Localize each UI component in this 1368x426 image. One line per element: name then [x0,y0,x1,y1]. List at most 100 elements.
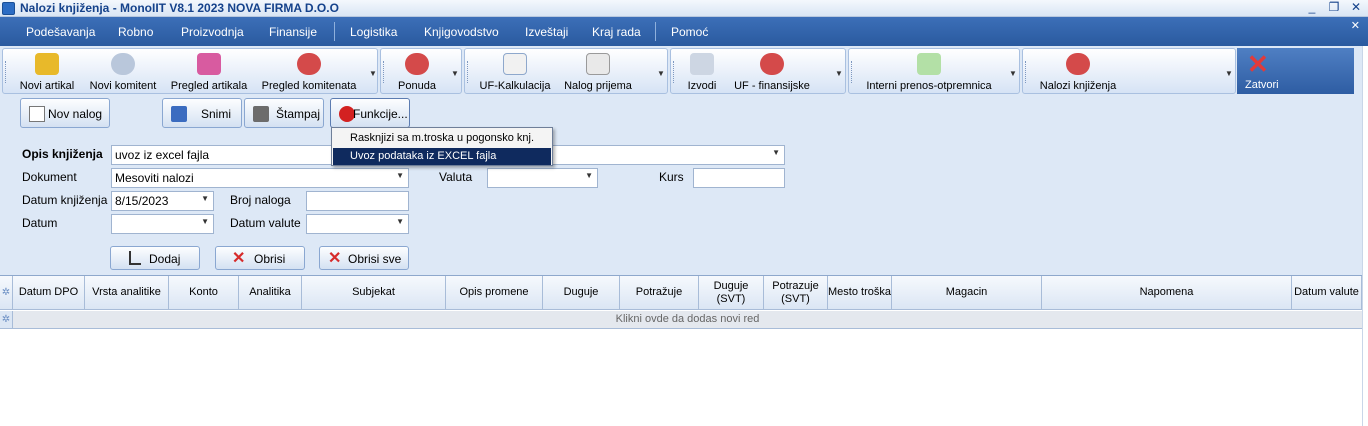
grid-corner-icon[interactable]: ✲ [0,276,13,310]
articles-icon [197,53,221,75]
booking-date-label: Datum knjiženja [22,193,108,207]
new-client-button[interactable]: Novi komitent [85,49,161,95]
toolbar-dropdown-icon[interactable]: ▼ [835,69,843,78]
toolbar-grip[interactable] [673,61,676,83]
articles-overview-button[interactable]: Pregled artikala [167,49,251,95]
menu-knjigovodstvo[interactable]: Knjigovodstvo [424,25,499,39]
column-header[interactable]: Subjekat [302,276,446,310]
column-header[interactable]: Duguje [543,276,620,310]
toolbar-dropdown-icon[interactable]: ▼ [1225,69,1233,78]
toolbar-grip[interactable] [1025,61,1028,83]
menu-proizvodnja[interactable]: Proizvodnja [181,25,244,39]
description-value: uvoz iz excel fajla [115,148,210,162]
toolbar-dropdown-icon[interactable]: ▼ [451,69,459,78]
order-number-label: Broj naloga [230,193,291,207]
clients-overview-label: Pregled komitenata [261,80,357,92]
functions-button[interactable]: Funkcije... [330,98,410,128]
column-header[interactable]: Datum valute [1292,276,1362,310]
delete-row-button[interactable]: ✕ Obrisi [215,246,305,270]
exchange-rate-input[interactable] [693,168,785,188]
internal-transfer-button[interactable]: Interni prenos-otpremnica [863,49,995,95]
delete-icon: ✕ [232,250,246,267]
column-header[interactable]: Analitika [239,276,302,310]
right-edge-strip [1362,46,1368,426]
toolbar-group-5: Interni prenos-otpremnica ▼ [848,48,1020,94]
delete-row-label: Obrisi [254,252,286,266]
date-label: Datum [22,216,58,230]
column-header[interactable]: Magacin [892,276,1042,310]
booking-date-value: 8/15/2023 [115,194,169,208]
offer-button[interactable]: Ponuda [391,49,443,95]
popup-item-unbook[interactable]: Rasknjizi sa m.troska u pogonsko knj. [333,130,551,147]
offer-icon [405,53,429,75]
floppy-icon [171,106,187,122]
toolbar-dropdown-icon[interactable]: ▼ [369,69,377,78]
functions-label: Funkcije... [353,107,408,121]
column-header[interactable]: Opis promene [446,276,543,310]
toolbar-dropdown-icon[interactable]: ▼ [1009,69,1017,78]
column-header[interactable]: Datum DPO [13,276,85,310]
lock-icon [35,53,59,75]
minimize-button[interactable]: _ [1306,0,1318,14]
column-header[interactable]: Vrsta analitike [85,276,169,310]
value-date-label: Datum valute [230,216,301,230]
booking-date-picker[interactable]: 8/15/2023 ▼ [111,191,214,211]
column-header[interactable]: Duguje (SVT) [699,276,764,310]
toolbar-grip[interactable] [5,61,8,83]
column-header[interactable]: Napomena [1042,276,1292,310]
statements-button[interactable]: Izvodi [681,49,723,95]
finance-button[interactable]: UF - finansijske [731,49,813,95]
date-picker[interactable]: ▼ [111,214,214,234]
menu-robno[interactable]: Robno [118,25,153,39]
chevron-down-icon[interactable]: ▼ [201,217,209,226]
menu-pomoc[interactable]: Pomoć [671,25,708,39]
column-header[interactable]: Mesto troška [828,276,892,310]
document-value: Mesoviti nalozi [115,171,194,185]
chevron-down-icon[interactable]: ▼ [585,171,593,180]
menu-separator [334,22,335,41]
new-article-button[interactable]: Novi artikal [15,49,79,95]
new-order-label: Nov nalog [48,107,103,121]
chevron-down-icon[interactable]: ▼ [772,148,780,157]
booking-grid: ✲ Datum DPO Vrsta analitike Konto Analit… [0,275,1362,426]
menu-podesavanja[interactable]: Podešavanja [26,25,95,39]
popup-item-excel-import[interactable]: Uvoz podataka iz EXCEL fajla [333,148,551,165]
value-date-picker[interactable]: ▼ [306,214,409,234]
chevron-down-icon[interactable]: ▼ [201,194,209,203]
chevron-down-icon[interactable]: ▼ [396,171,404,180]
add-row-label: Dodaj [149,252,181,266]
delete-all-icon: ✕ [328,250,342,267]
document-select[interactable]: Mesoviti nalozi ▼ [111,168,409,188]
menu-finansije[interactable]: Finansije [269,25,317,39]
new-article-label: Novi artikal [19,80,75,92]
order-number-input[interactable] [306,191,409,211]
column-header[interactable]: Potrazuje (SVT) [764,276,828,310]
booking-orders-button[interactable]: Nalozi knjiženja [1037,49,1119,95]
toolbar-grip[interactable] [851,61,854,83]
maximize-button[interactable]: ❐ [1328,0,1340,14]
chevron-down-icon[interactable]: ▼ [396,217,404,226]
column-header[interactable]: Potražuje [620,276,699,310]
toolbar-group-6: Nalozi knjiženja ▼ [1022,48,1236,94]
close-form-button[interactable]: ✕ Zatvori [1237,48,1354,94]
receipt-order-button[interactable]: Nalog prijema [559,49,637,95]
menu-kraj-rada[interactable]: Kraj rada [592,25,641,39]
toolbar-dropdown-icon[interactable]: ▼ [657,69,665,78]
new-order-button[interactable]: Nov nalog [20,98,110,128]
menu-close-icon[interactable]: ✕ [1351,19,1360,32]
column-header[interactable]: Konto [169,276,239,310]
toolbar-grip[interactable] [467,61,470,83]
currency-select[interactable]: ▼ [487,168,598,188]
close-window-button[interactable]: ✕ [1350,0,1362,14]
save-button[interactable]: Snimi [162,98,242,128]
menu-logistika[interactable]: Logistika [350,25,397,39]
toolbar-group-3: UF-Kalkulacija Nalog prijema ▼ [464,48,668,94]
menu-izvestaji[interactable]: Izveštaji [525,25,568,39]
calculation-button[interactable]: UF-Kalkulacija [477,49,553,95]
add-row-button[interactable]: Dodaj [110,246,200,270]
print-button[interactable]: Štampaj [244,98,324,128]
delete-all-button[interactable]: ✕ Obrisi sve [319,246,409,270]
toolbar-grip[interactable] [383,61,386,83]
clients-overview-button[interactable]: Pregled komitenata [257,49,361,95]
new-row-placeholder[interactable]: Klikni ovde da dodas novi red [13,311,1362,329]
